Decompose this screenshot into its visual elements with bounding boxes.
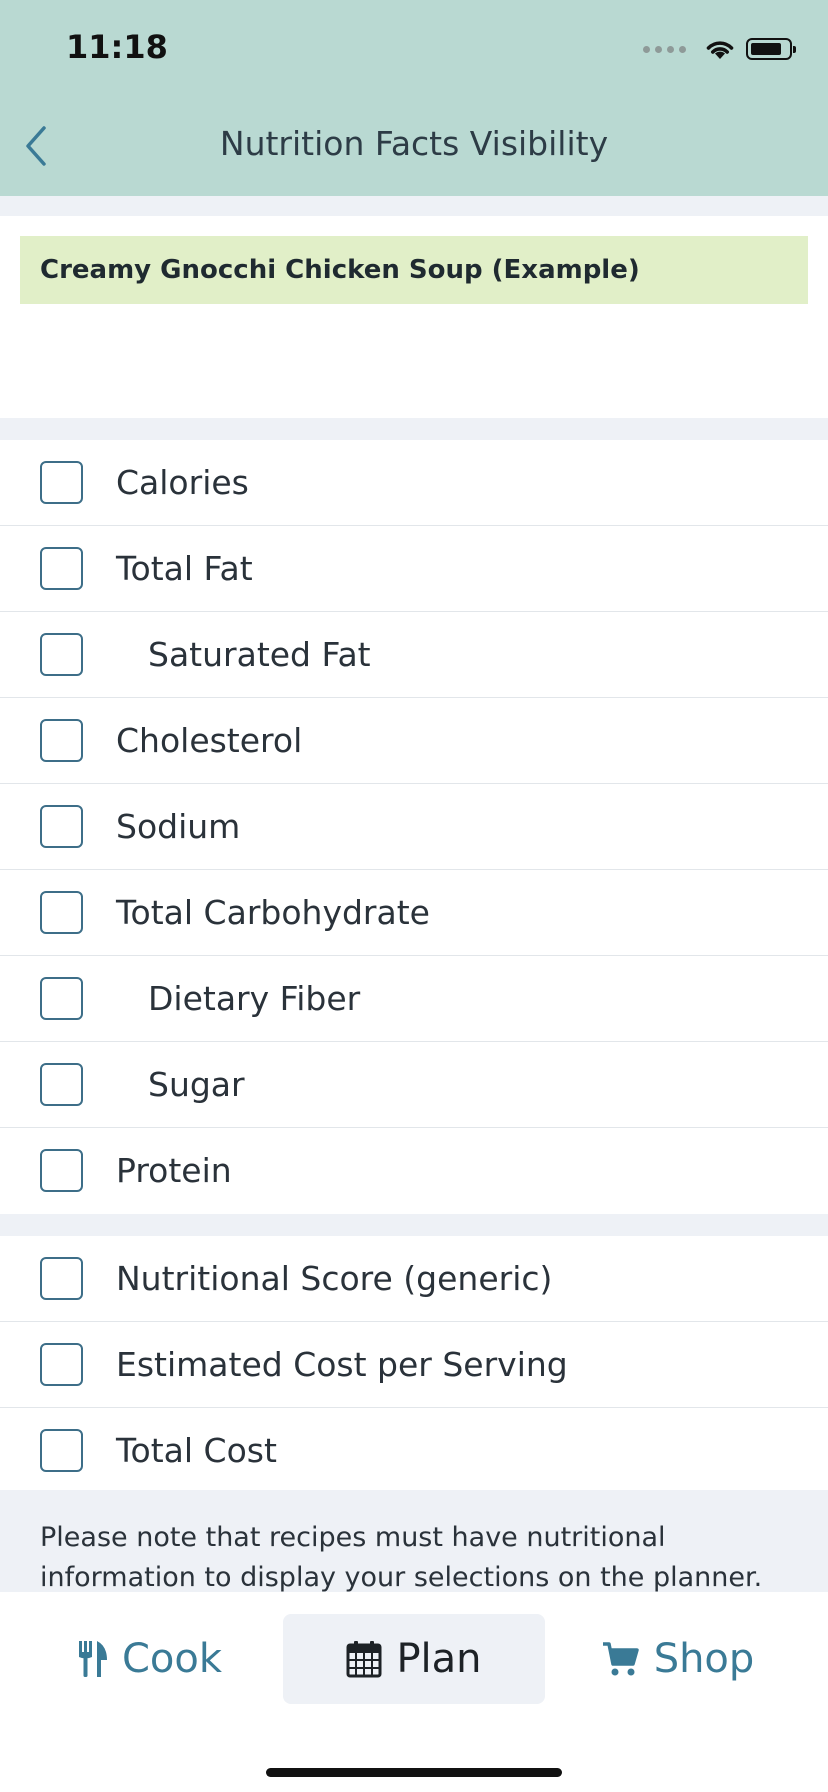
page-title: Nutrition Facts Visibility [219, 124, 609, 163]
option-label: Total Cost [116, 1431, 277, 1470]
checkbox[interactable] [40, 633, 83, 676]
utensils-icon [78, 1641, 107, 1677]
checkbox[interactable] [40, 461, 83, 504]
cart-icon [602, 1642, 639, 1676]
option-row-sugar[interactable]: Sugar [0, 1042, 828, 1128]
battery-icon [746, 38, 796, 60]
checkbox[interactable] [40, 1343, 83, 1386]
section-divider [0, 196, 828, 216]
app-header: 11:18 Nutrition Facts Visibility [0, 0, 828, 196]
option-row-total-carbohydrate[interactable]: Total Carbohydrate [0, 870, 828, 956]
option-row-calories[interactable]: Calories [0, 440, 828, 526]
recipe-name-banner: Creamy Gnocchi Chicken Soup (Example) [20, 236, 808, 304]
option-label: Total Carbohydrate [116, 893, 430, 932]
section-divider [0, 418, 828, 440]
option-label: Total Fat [116, 549, 253, 588]
option-row-estimated-cost[interactable]: Estimated Cost per Serving [0, 1322, 828, 1408]
checkbox[interactable] [40, 1149, 83, 1192]
option-row-total-cost[interactable]: Total Cost [0, 1408, 828, 1494]
option-row-cholesterol[interactable]: Cholesterol [0, 698, 828, 784]
option-label: Calories [116, 463, 249, 502]
checkbox[interactable] [40, 1257, 83, 1300]
option-label: Sugar [148, 1065, 245, 1104]
option-label: Saturated Fat [148, 635, 371, 674]
option-row-protein[interactable]: Protein [0, 1128, 828, 1214]
option-row-total-fat[interactable]: Total Fat [0, 526, 828, 612]
bottom-tab-bar: Cook Plan Shop [0, 1592, 828, 1792]
option-label: Estimated Cost per Serving [116, 1345, 568, 1384]
tab-cook-label: Cook [121, 1636, 223, 1682]
checkbox[interactable] [40, 977, 83, 1020]
info-note: Please note that recipes must have nutri… [0, 1490, 828, 1592]
option-label: Protein [116, 1151, 232, 1190]
tab-shop[interactable]: Shop [568, 1614, 788, 1704]
status-indicators [643, 36, 796, 62]
checkbox[interactable] [40, 1429, 83, 1472]
option-label: Cholesterol [116, 721, 303, 760]
checkbox[interactable] [40, 547, 83, 590]
option-row-sodium[interactable]: Sodium [0, 784, 828, 870]
tab-cook[interactable]: Cook [40, 1614, 260, 1704]
option-row-nutritional-score[interactable]: Nutritional Score (generic) [0, 1236, 828, 1322]
tab-plan[interactable]: Plan [283, 1614, 545, 1704]
cellular-signal-icon [643, 45, 686, 53]
tab-plan-label: Plan [396, 1636, 482, 1682]
option-label: Nutritional Score (generic) [116, 1259, 553, 1298]
checkbox[interactable] [40, 1063, 83, 1106]
info-note-text: Please note that recipes must have nutri… [40, 1522, 763, 1592]
option-label: Sodium [116, 807, 241, 846]
home-indicator [266, 1768, 562, 1777]
checkbox[interactable] [40, 891, 83, 934]
calendar-icon [346, 1641, 382, 1678]
option-row-dietary-fiber[interactable]: Dietary Fiber [0, 956, 828, 1042]
checkbox[interactable] [40, 805, 83, 848]
tab-shop-label: Shop [653, 1636, 755, 1682]
option-label: Dietary Fiber [148, 979, 361, 1018]
section-divider [0, 1214, 828, 1236]
option-row-saturated-fat[interactable]: Saturated Fat [0, 612, 828, 698]
wifi-icon [706, 41, 734, 59]
checkbox[interactable] [40, 719, 83, 762]
status-time: 11:18 [66, 28, 168, 66]
